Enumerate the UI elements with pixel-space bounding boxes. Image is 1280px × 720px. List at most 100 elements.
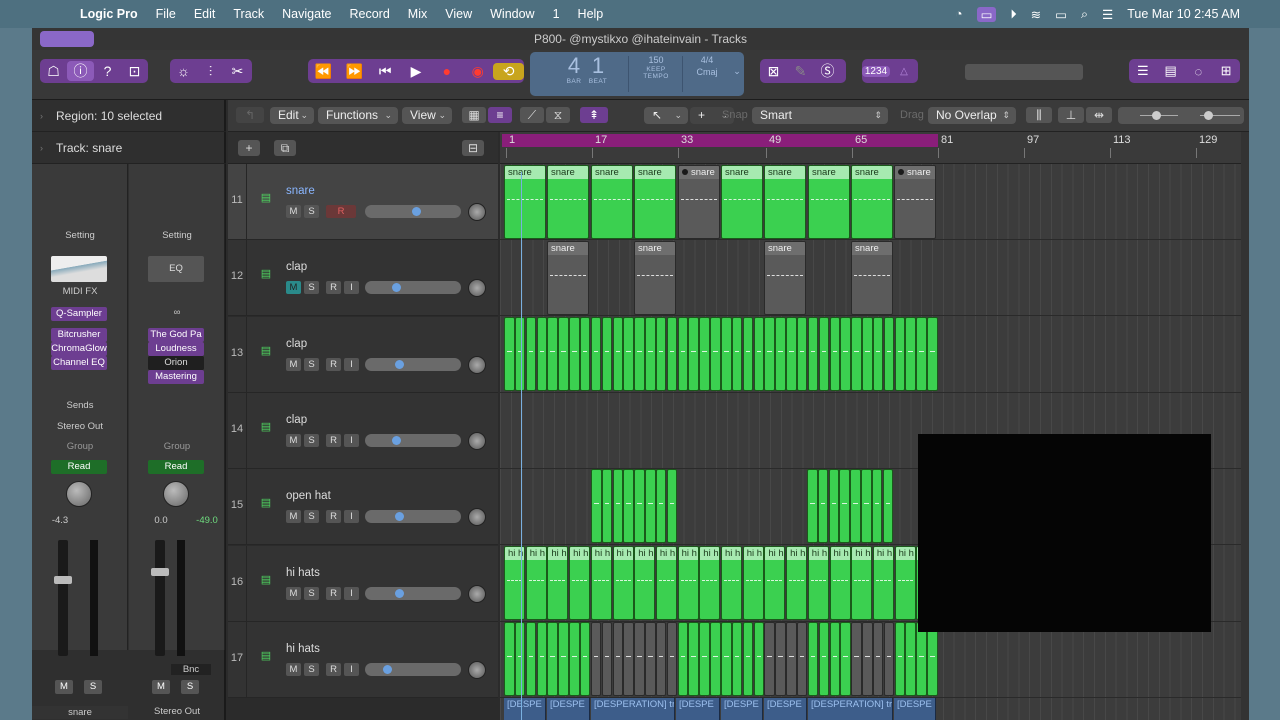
region[interactable] — [634, 317, 645, 391]
region-inspector-row[interactable]: › Region: 10 selected — [32, 100, 226, 132]
region[interactable] — [547, 317, 558, 391]
region[interactable] — [731, 317, 743, 391]
track-name[interactable]: open hat — [286, 490, 331, 502]
volume-thumb[interactable] — [392, 283, 401, 293]
region[interactable] — [601, 622, 613, 696]
input-monitor-button[interactable]: I — [344, 510, 359, 524]
region[interactable]: snare — [721, 165, 763, 239]
slider-thumb[interactable] — [1204, 111, 1213, 120]
menu-edit[interactable]: Edit — [194, 7, 216, 21]
region[interactable] — [634, 469, 645, 543]
region[interactable] — [688, 317, 699, 391]
catch-icon[interactable]: ⇞ — [580, 107, 608, 123]
waveform-zoom-icon[interactable]: ⫼ — [1026, 107, 1052, 123]
region[interactable]: snare — [851, 241, 893, 315]
plugin-mastering[interactable]: Mastering — [148, 370, 204, 384]
flex-icon[interactable]: ⧖ — [546, 107, 570, 123]
channel-name[interactable]: snare — [32, 706, 128, 719]
track-inspector-row[interactable]: › Track: snare — [32, 132, 226, 164]
plugin-channel-eq[interactable]: Channel EQ — [51, 356, 107, 370]
region[interactable] — [862, 622, 873, 696]
region[interactable] — [590, 622, 602, 696]
global-tracks-icon[interactable]: ⊟ — [462, 140, 484, 156]
region[interactable] — [579, 622, 591, 696]
region[interactable] — [882, 469, 894, 543]
input-monitor-button[interactable]: I — [344, 281, 359, 295]
region[interactable] — [601, 469, 613, 543]
region[interactable]: hi h — [634, 546, 656, 620]
search-icon[interactable]: ⌕ — [1081, 7, 1088, 22]
menu-track[interactable]: Track — [233, 7, 264, 21]
region[interactable] — [612, 469, 624, 543]
volume-thumb[interactable] — [412, 207, 421, 216]
region[interactable] — [645, 469, 656, 543]
region[interactable] — [796, 622, 808, 696]
region[interactable] — [504, 622, 515, 696]
menu-app[interactable]: Logic Pro — [80, 7, 138, 21]
record-enable-button[interactable]: R — [326, 662, 341, 676]
plugin-orion[interactable]: Orion — [148, 356, 204, 370]
fader-cap[interactable] — [54, 576, 72, 584]
volume-slider[interactable] — [365, 281, 461, 295]
region[interactable] — [525, 317, 537, 391]
region[interactable] — [829, 317, 840, 391]
volume-slider[interactable] — [365, 662, 461, 676]
solo-button[interactable]: S — [304, 662, 319, 676]
track-header[interactable]: 16 ▤ hi hats M S R I — [228, 545, 498, 622]
menu-mix[interactable]: Mix — [408, 7, 427, 21]
slider-thumb[interactable] — [1152, 111, 1161, 120]
lcd-mode-button[interactable] — [40, 31, 94, 47]
solo-button[interactable]: S — [304, 510, 319, 524]
wifi-icon[interactable]: ≋ — [1031, 7, 1041, 22]
smart-controls-icon[interactable]: ☼ — [170, 63, 197, 79]
region[interactable]: snare — [808, 165, 850, 239]
status-icon[interactable]: ◔ — [955, 7, 963, 21]
mute-button[interactable]: M — [286, 662, 301, 676]
region[interactable] — [883, 622, 895, 696]
region[interactable] — [655, 622, 667, 696]
control-center-icon[interactable]: ☰ — [1102, 7, 1113, 22]
volume-thumb[interactable] — [395, 588, 404, 598]
solo-button[interactable]: S — [304, 205, 319, 218]
menu-navigate[interactable]: Navigate — [282, 7, 331, 21]
record-enable-button[interactable]: R — [326, 281, 341, 295]
input-monitor-button[interactable]: I — [344, 357, 359, 371]
solo-button[interactable]: S — [304, 433, 319, 447]
region[interactable] — [547, 622, 558, 696]
battery-icon[interactable]: ▭ — [1055, 7, 1067, 22]
region[interactable] — [558, 622, 569, 696]
track-name[interactable]: hi hats — [286, 643, 320, 655]
region[interactable] — [655, 469, 667, 543]
track-name[interactable]: clap — [286, 261, 307, 273]
menu-record[interactable]: Record — [350, 7, 390, 21]
record-enable-button[interactable]: R — [326, 205, 356, 218]
group-slot[interactable]: Group — [129, 441, 225, 452]
region[interactable] — [862, 317, 873, 391]
pan-knob[interactable] — [468, 584, 486, 603]
cycle-icon[interactable]: ⟲ — [493, 62, 525, 80]
track-header[interactable]: 15 ▤ open hat M S R I — [228, 469, 498, 546]
count-in-badge[interactable]: 1234 △ — [862, 59, 918, 83]
region[interactable] — [764, 622, 775, 696]
region[interactable]: snare — [634, 165, 676, 239]
region[interactable] — [786, 622, 797, 696]
region[interactable] — [851, 622, 862, 696]
region[interactable] — [839, 469, 850, 543]
pan-knob[interactable] — [66, 481, 92, 507]
master-volume-slider[interactable] — [965, 64, 1083, 80]
region[interactable]: hi h — [742, 546, 764, 620]
region[interactable] — [666, 469, 678, 543]
region[interactable] — [742, 317, 754, 391]
fast-forward-icon[interactable]: ⏩ — [339, 63, 370, 80]
region[interactable]: hi h — [525, 546, 547, 620]
back-icon[interactable]: ↰ — [236, 107, 264, 123]
rewind-icon[interactable]: ⏪ — [308, 63, 339, 80]
volume-thumb[interactable] — [395, 512, 404, 522]
region[interactable] — [677, 622, 689, 696]
region[interactable] — [612, 622, 623, 696]
region[interactable] — [645, 317, 656, 391]
region[interactable] — [840, 317, 851, 391]
output-slot[interactable]: Stereo Out — [32, 421, 128, 432]
region[interactable] — [721, 317, 732, 391]
scissors-icon[interactable]: ✂ — [224, 63, 251, 80]
